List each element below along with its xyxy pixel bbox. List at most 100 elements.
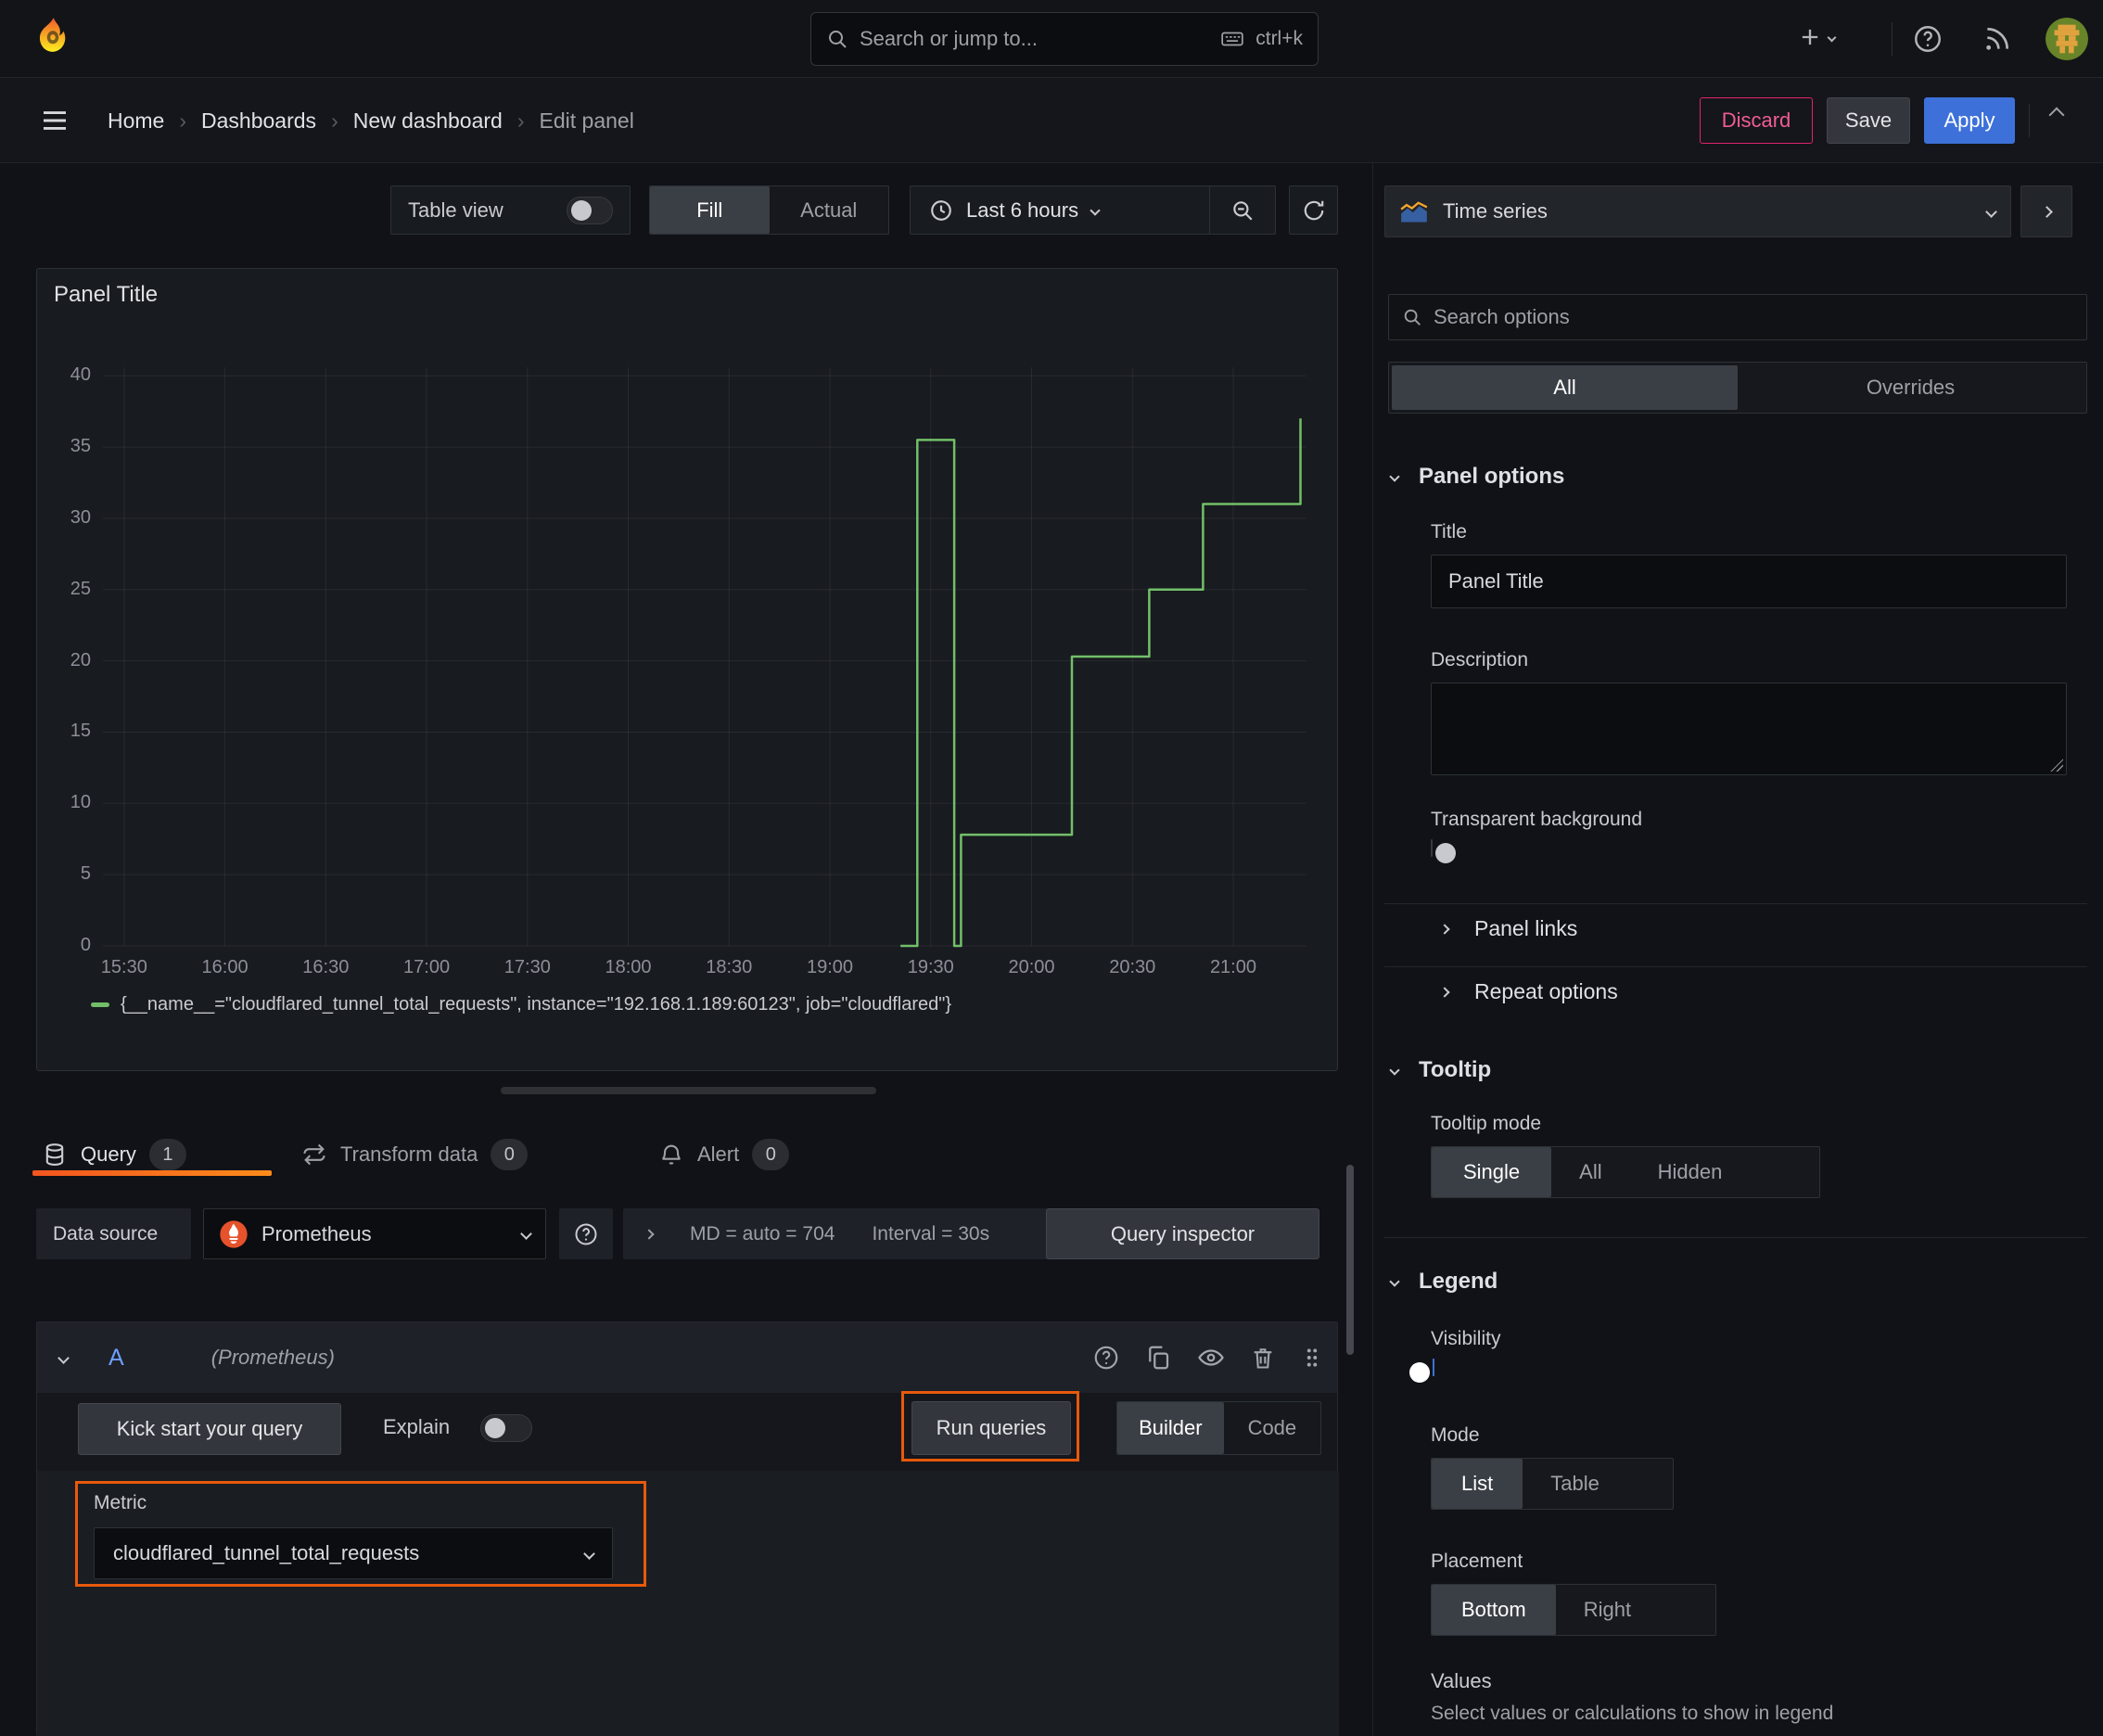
- time-series-chart[interactable]: [103, 367, 1306, 948]
- drag-query-handle[interactable]: [1300, 1344, 1324, 1372]
- code-option[interactable]: Code: [1224, 1402, 1320, 1454]
- actual-option[interactable]: Actual: [770, 186, 889, 234]
- duplicate-query-button[interactable]: [1144, 1344, 1172, 1372]
- transparent-bg-toggle[interactable]: [1431, 839, 1433, 857]
- promql-builder: Metric cloudflared_tunnel_total_requests…: [37, 1471, 1339, 1736]
- placement-bottom-option[interactable]: Bottom: [1432, 1585, 1556, 1635]
- title-label: Title: [1431, 521, 1467, 542]
- panel-links-section[interactable]: Panel links: [1439, 916, 1577, 941]
- series-line: [900, 418, 1302, 948]
- datasource-picker[interactable]: Prometheus: [203, 1208, 546, 1259]
- datasource-value: Prometheus: [261, 1221, 372, 1245]
- y-tick-label: 35: [70, 436, 91, 457]
- table-view-label: Table view: [408, 198, 503, 222]
- placement-right-option[interactable]: Right: [1556, 1585, 1659, 1635]
- query-options-stats: MD = auto = 704: [690, 1222, 835, 1245]
- tooltip-single-option[interactable]: Single: [1432, 1147, 1552, 1197]
- options-search[interactable]: Search options: [1388, 294, 2087, 340]
- table-view-toggle[interactable]: [567, 196, 613, 224]
- tab-alert[interactable]: Alert 0: [658, 1139, 790, 1170]
- new-menu-button[interactable]: [1797, 24, 1837, 50]
- tab-alert-badge: 0: [752, 1139, 790, 1170]
- description-input[interactable]: [1431, 683, 2067, 775]
- menu-toggle-button[interactable]: [41, 109, 69, 132]
- query-help-button[interactable]: [1092, 1344, 1120, 1372]
- y-tick-label: 30: [70, 506, 91, 528]
- save-button[interactable]: Save: [1827, 97, 1910, 144]
- scrollbar-thumb[interactable]: [1346, 1165, 1354, 1355]
- transparent-bg-label: Transparent background: [1431, 809, 1643, 830]
- legend-series-name[interactable]: {__name__="cloudflared_tunnel_total_requ…: [121, 994, 951, 1015]
- tab-query-badge: 1: [148, 1139, 186, 1170]
- search-icon: [826, 28, 848, 50]
- apply-button[interactable]: Apply: [1924, 97, 2015, 144]
- explain-toggle[interactable]: [480, 1414, 532, 1442]
- avatar[interactable]: [2046, 18, 2088, 60]
- tab-transform-badge: 0: [491, 1139, 529, 1170]
- placement-switch: Bottom Right: [1431, 1584, 1716, 1636]
- fill-option[interactable]: Fill: [650, 186, 770, 234]
- tab-alert-label: Alert: [697, 1142, 740, 1166]
- builder-option[interactable]: Builder: [1117, 1402, 1224, 1454]
- metric-select[interactable]: cloudflared_tunnel_total_requests: [94, 1527, 613, 1579]
- panel-resize-handle[interactable]: [501, 1087, 876, 1094]
- global-search[interactable]: Search or jump to... ctrl+k: [810, 12, 1319, 66]
- legend-header[interactable]: Legend: [1389, 1269, 1498, 1295]
- x-tick-label: 20:30: [1109, 957, 1156, 977]
- x-tick-label: 20:00: [1008, 957, 1055, 977]
- datasource-help-button[interactable]: [559, 1208, 613, 1259]
- options-search-placeholder: Search options: [1434, 305, 1570, 328]
- query-ref-id: A: [108, 1344, 124, 1371]
- visibility-toggle[interactable]: [1433, 1359, 1434, 1376]
- panel-options-header[interactable]: Panel options: [1389, 464, 1565, 490]
- visualization-picker[interactable]: Time series: [1384, 185, 2011, 237]
- plus-icon: [1802, 29, 1818, 45]
- zoom-out-button[interactable]: [1210, 186, 1275, 234]
- tab-all[interactable]: All: [1392, 365, 1738, 410]
- breadcrumb-dashboards[interactable]: Dashboards: [164, 108, 316, 134]
- y-tick-label: 10: [70, 792, 91, 813]
- transform-icon: [303, 1143, 325, 1166]
- tooltip-all-option[interactable]: All: [1551, 1147, 1629, 1197]
- panel-options-heading: Panel options: [1419, 464, 1565, 489]
- legend-table-option[interactable]: Table: [1523, 1459, 1627, 1509]
- grafana-logo-icon[interactable]: [30, 15, 76, 61]
- refresh-button[interactable]: [1289, 185, 1338, 235]
- tooltip-hidden-option[interactable]: Hidden: [1630, 1147, 1751, 1197]
- y-tick-label: 25: [70, 578, 91, 599]
- query-inspector-button[interactable]: Query inspector: [1046, 1208, 1319, 1259]
- tooltip-header[interactable]: Tooltip: [1389, 1057, 1491, 1083]
- breadcrumb-new-dashboard[interactable]: New dashboard: [316, 108, 503, 134]
- y-tick-label: 40: [70, 364, 91, 386]
- news-feed-button[interactable]: [1982, 24, 2012, 54]
- tab-transform-label: Transform data: [340, 1142, 478, 1166]
- datasource-label: Data source: [36, 1208, 191, 1259]
- collapse-header-button[interactable]: [2048, 107, 2065, 123]
- legend-list-option[interactable]: List: [1432, 1459, 1523, 1509]
- title-input[interactable]: [1431, 555, 2067, 608]
- chevron-down-icon: [1985, 205, 1997, 218]
- remove-query-button[interactable]: [1250, 1344, 1276, 1372]
- discard-button[interactable]: Discard: [1700, 97, 1813, 144]
- query-row-actions: [1092, 1322, 1324, 1393]
- search-icon: [1402, 307, 1422, 327]
- chevron-down-icon: [1389, 471, 1400, 482]
- hide-query-button[interactable]: [1196, 1344, 1226, 1372]
- query-options-row[interactable]: MD = auto = 704 Interval = 30s: [623, 1208, 1066, 1259]
- time-range-picker[interactable]: Last 6 hours: [911, 186, 1209, 234]
- collapse-options-button[interactable]: [2020, 185, 2072, 237]
- tab-query[interactable]: Query 1: [42, 1139, 186, 1170]
- kick-start-button[interactable]: Kick start your query: [78, 1403, 341, 1455]
- breadcrumb-home[interactable]: Home: [108, 108, 164, 134]
- breadcrumb: Home Dashboards New dashboard Edit panel: [108, 78, 634, 163]
- tab-overrides[interactable]: Overrides: [1738, 365, 2084, 410]
- repeat-options-section[interactable]: Repeat options: [1439, 979, 1618, 1004]
- panel-title[interactable]: Panel Title: [54, 282, 158, 308]
- repeat-options-label: Repeat options: [1474, 979, 1618, 1003]
- run-queries-button[interactable]: Run queries: [911, 1401, 1071, 1455]
- tab-transform-data[interactable]: Transform data 0: [301, 1139, 529, 1170]
- legend-swatch: [91, 1002, 109, 1007]
- panel: Panel Title {__name__="cloudflared_tunne…: [36, 268, 1338, 1071]
- help-button[interactable]: [1912, 23, 1944, 55]
- resize-handle-icon[interactable]: [2050, 759, 2063, 772]
